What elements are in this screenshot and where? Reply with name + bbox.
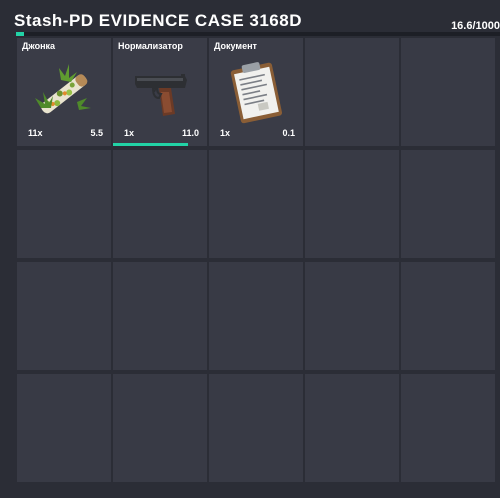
inventory-slot-empty[interactable] [401, 374, 495, 482]
inventory-slot-empty[interactable] [305, 150, 399, 258]
item-count: 1x [124, 128, 135, 138]
stash-title: Stash-PD EVIDENCE CASE 3168D [14, 11, 302, 30]
inventory-slot-empty[interactable] [17, 374, 111, 482]
clipboard-document-icon [230, 62, 283, 124]
inventory-slot-empty[interactable] [305, 38, 399, 146]
weight-progress-fill [16, 32, 25, 36]
item-weight: 0.1 [282, 128, 295, 138]
inventory-slot-empty[interactable] [401, 38, 495, 146]
inventory-slot-empty[interactable] [113, 262, 207, 370]
inventory-slot-empty[interactable] [209, 374, 303, 482]
inventory-slot-empty[interactable] [401, 150, 495, 258]
item-name: Джонка [22, 41, 56, 51]
inventory-grid: Джонка 11x 5.5 Нормализатор 1x 11.0 Доку… [17, 38, 500, 498]
item-count: 11x [28, 128, 43, 138]
inventory-slot-empty[interactable] [401, 262, 495, 370]
pistol-icon [135, 74, 187, 116]
stash-header: Stash-PD EVIDENCE CASE 3168D 16.6/1000 [0, 0, 500, 36]
inventory-slot-empty[interactable] [209, 150, 303, 258]
inventory-slot-empty[interactable] [17, 150, 111, 258]
inventory-slot-1[interactable]: Джонка 11x 5.5 [17, 38, 111, 146]
item-weight: 5.5 [90, 128, 103, 138]
stash-inventory-panel: Stash-PD EVIDENCE CASE 3168D 16.6/1000 Д… [0, 0, 500, 498]
item-durability-bar [113, 143, 189, 146]
inventory-slot-empty[interactable] [113, 374, 207, 482]
item-count: 1x [220, 128, 231, 138]
inventory-slot-empty[interactable] [17, 262, 111, 370]
inventory-slot-3[interactable]: Документ 1x 0.1 [209, 38, 303, 146]
item-name: Нормализатор [118, 41, 183, 51]
joint-icon [35, 64, 91, 114]
inventory-slot-2[interactable]: Нормализатор 1x 11.0 [113, 38, 207, 146]
inventory-slot-empty[interactable] [305, 374, 399, 482]
inventory-slot-empty[interactable] [305, 262, 399, 370]
inventory-slot-empty[interactable] [209, 262, 303, 370]
item-weight: 11.0 [181, 128, 199, 138]
stash-weight-readout: 16.6/1000 [451, 20, 500, 32]
item-name: Документ [214, 41, 257, 51]
inventory-slot-empty[interactable] [113, 150, 207, 258]
weight-progress-bar [16, 32, 500, 36]
